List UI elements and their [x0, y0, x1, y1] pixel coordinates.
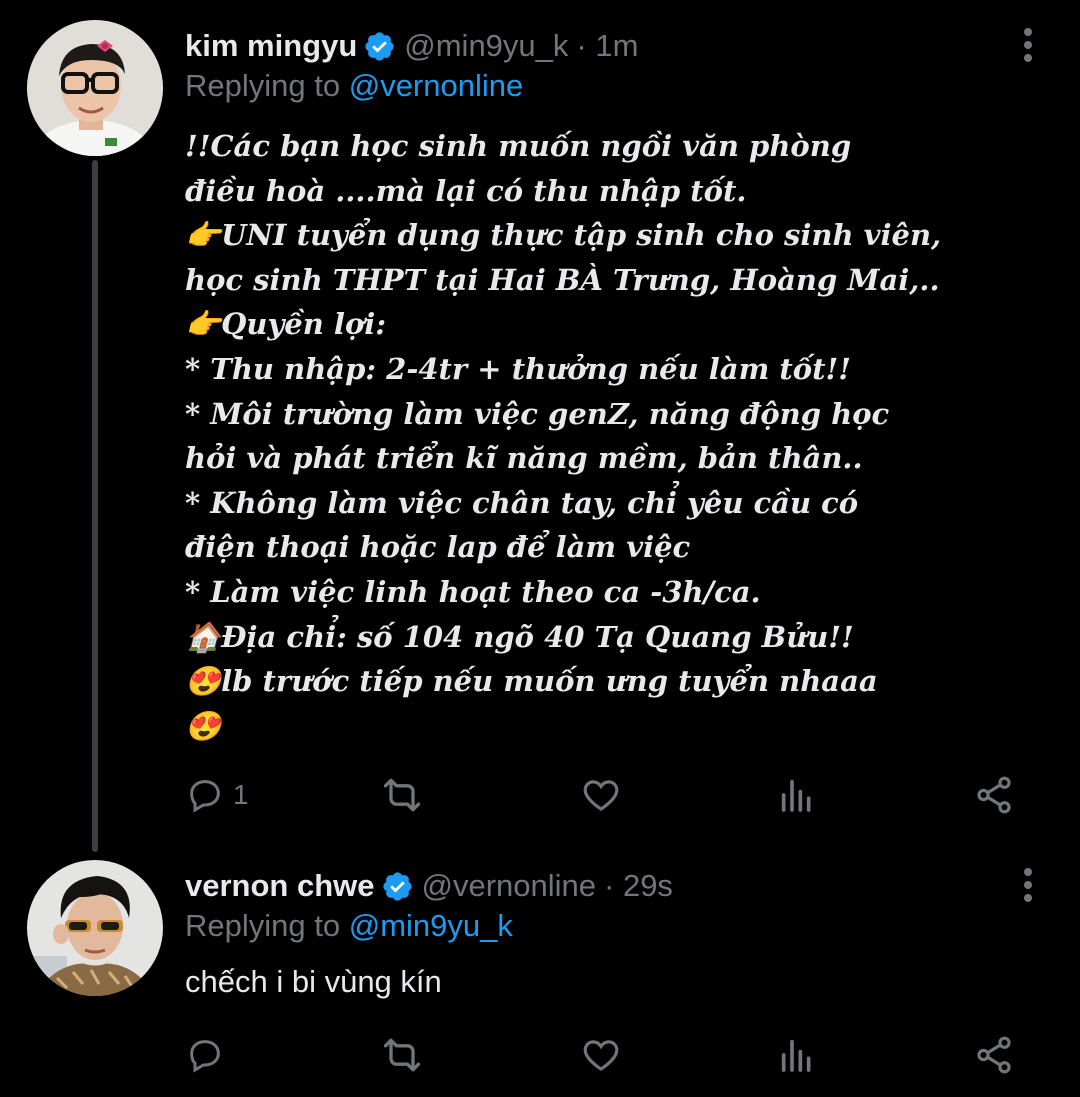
body-line: hỏi và phát triển kĩ năng mềm, …: [185, 441, 863, 476]
tweet-vernon-chwe[interactable]: vernon chwe @vernonline · 29s Replying t…: [0, 850, 1080, 1097]
avatar[interactable]: [27, 860, 163, 996]
handle[interactable]: @vernonline: [422, 868, 597, 904]
tweet-body: !!Các bạn học sinh muốn ngồi văn…: [185, 124, 1045, 748]
share-button[interactable]: [973, 1033, 1015, 1077]
reply-button[interactable]: 1: [185, 773, 249, 817]
tweet-header: vernon chwe @vernonline · 29s: [185, 864, 673, 908]
avatar[interactable]: [27, 20, 163, 156]
timestamp[interactable]: · 29s: [604, 868, 673, 904]
like-icon: [580, 774, 622, 816]
handle[interactable]: @min9yu_k: [404, 28, 568, 64]
retweet-button[interactable]: [380, 1033, 424, 1077]
tweet-actions: 1: [185, 773, 1025, 817]
replying-to: Replying to @min9yu_k: [185, 908, 513, 944]
reply-icon: [185, 1035, 225, 1075]
body-line: 👉UNI tuyển dụng thực tập sinh cho…: [185, 218, 942, 253]
replying-label: Replying to: [185, 908, 341, 943]
thread-line: [92, 160, 98, 852]
mention-link[interactable]: @vernonline: [349, 68, 524, 103]
verified-badge-icon: [381, 870, 414, 903]
views-button[interactable]: [777, 1033, 817, 1077]
share-icon: [973, 774, 1015, 816]
tweet-body: chếch i bi vùng kín: [185, 964, 442, 999]
more-icon[interactable]: [1018, 864, 1038, 908]
body-line: * Thu nhập: 2-4tr + thưởng nếu la…: [185, 351, 851, 386]
retweet-button[interactable]: [380, 773, 424, 817]
replying-to: Replying to @vernonline: [185, 68, 523, 104]
share-icon: [973, 1034, 1015, 1076]
tweet-actions: [185, 1033, 1025, 1077]
views-icon: [777, 775, 817, 815]
reply-icon: [185, 775, 225, 815]
body-line: * Làm việc linh hoạt theo ca -3h/ca.: [185, 574, 761, 609]
body-line: học sinh THPT tại Hai BÀ Trưng, Hoà…: [185, 262, 940, 297]
body-line: 😍: [185, 708, 222, 743]
body-line: 😍lb trước tiếp nếu muốn ưng tu…: [185, 664, 878, 699]
body-line: * Môi trường làm việc genZ, năng…: [185, 396, 890, 431]
body-line: 👉Quyền lợi:: [185, 307, 387, 342]
retweet-icon: [380, 1033, 424, 1077]
like-button[interactable]: [580, 1033, 622, 1077]
tweet-header: kim mingyu @min9yu_k · 1m: [185, 24, 638, 68]
body-line: * Không làm việc chân tay, chỉ yê…: [185, 485, 859, 520]
body-line: !!Các bạn học sinh muốn ngồi văn…: [185, 129, 852, 163]
views-button[interactable]: [777, 773, 817, 817]
like-button[interactable]: [580, 773, 622, 817]
views-icon: [777, 1035, 817, 1075]
body-line: điện thoại hoặc lap để làm việc: [185, 530, 691, 565]
reply-button[interactable]: [185, 1033, 225, 1077]
more-icon[interactable]: [1018, 24, 1038, 68]
replying-label: Replying to: [185, 68, 341, 103]
verified-badge-icon: [363, 30, 396, 63]
body-line: 🏠Địa chỉ: số 104 ngõ 40 Tạ Quang B…: [185, 619, 854, 654]
share-button[interactable]: [973, 773, 1015, 817]
retweet-icon: [380, 773, 424, 817]
tweet-kim-mingyu[interactable]: kim mingyu @min9yu_k · 1m Replying to @v…: [0, 0, 1080, 852]
like-icon: [580, 1034, 622, 1076]
body-line: điều hoà ....mà lại có thu nhập …: [185, 173, 747, 208]
timestamp[interactable]: · 1m: [576, 28, 638, 64]
mention-link[interactable]: @min9yu_k: [349, 908, 513, 943]
display-name[interactable]: kim mingyu: [185, 28, 357, 64]
reply-count: 1: [233, 779, 249, 810]
display-name[interactable]: vernon chwe: [185, 868, 375, 904]
